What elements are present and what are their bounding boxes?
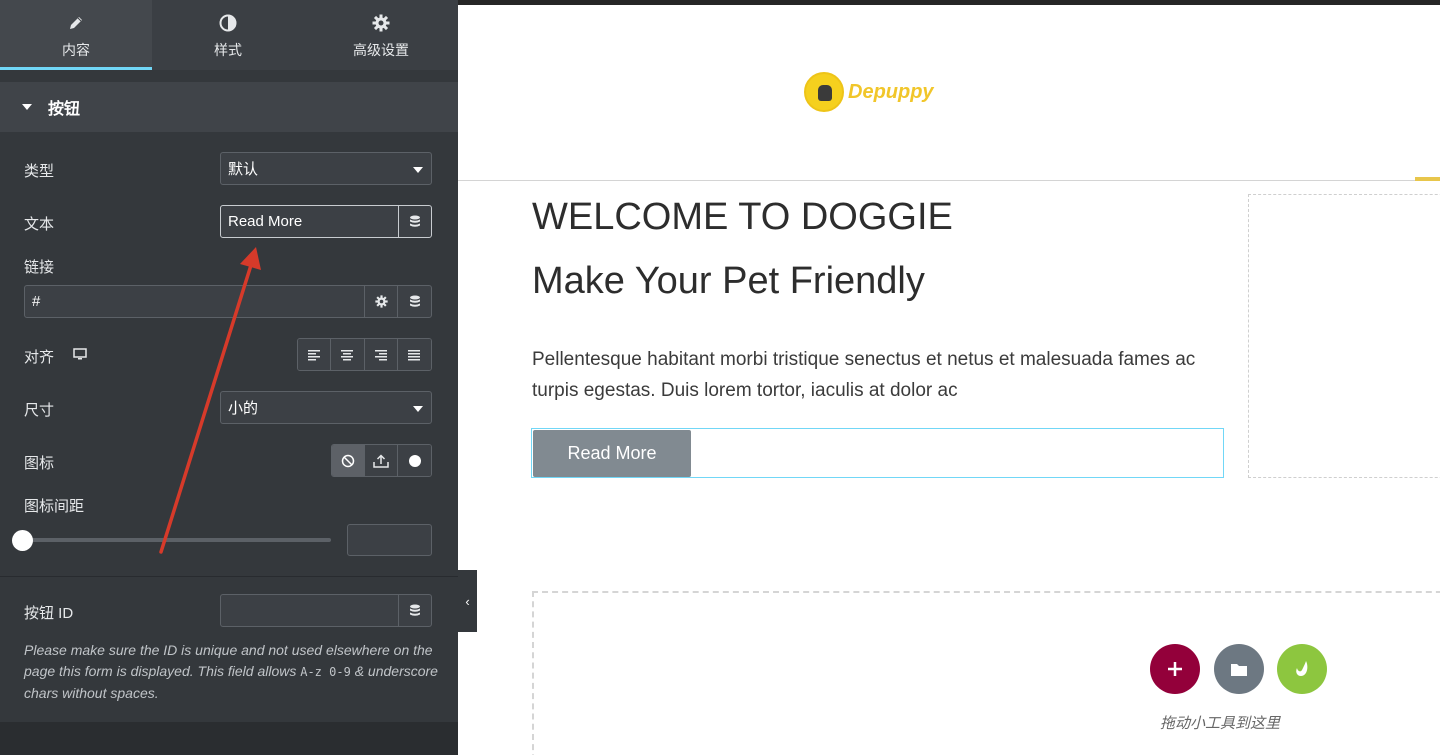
editor-panel: 内容 样式 高级设置 按钮 类型 默认 文本 Read More 链接 # 对齐… — [0, 0, 458, 755]
align-left-icon — [308, 349, 321, 360]
empty-column-placeholder[interactable] — [1248, 194, 1440, 478]
link-dynamic-button[interactable] — [397, 285, 432, 318]
align-center-button[interactable] — [331, 339, 365, 370]
icon-upload-button[interactable] — [365, 445, 399, 476]
icon-choice-group — [331, 444, 432, 477]
header-divider — [458, 180, 1440, 181]
button-id-dynamic-button[interactable] — [398, 594, 432, 627]
drop-widget-hint: 拖动小工具到这里 — [1160, 715, 1281, 732]
tab-style[interactable]: 样式 — [152, 0, 304, 70]
align-justify-button[interactable] — [397, 339, 431, 370]
align-label: 对齐 — [24, 349, 55, 366]
help-text-code: A-z 0-9 — [300, 665, 351, 679]
tab-content[interactable]: 内容 — [0, 0, 152, 70]
tab-content-label: 内容 — [62, 42, 90, 58]
panel-tabs: 内容 样式 高级设置 — [0, 0, 458, 70]
site-logo[interactable]: Depuppy — [804, 72, 934, 112]
intro-paragraph[interactable]: Pellentesque habitant morbi tristique se… — [532, 344, 1232, 406]
chevron-down-icon — [413, 405, 423, 412]
desktop-icon[interactable] — [73, 348, 87, 360]
link-label: 链接 — [24, 259, 55, 276]
upload-icon — [373, 453, 389, 468]
link-options-button[interactable] — [364, 285, 398, 318]
caret-down-icon — [22, 104, 32, 110]
icon-spacing-slider-handle[interactable] — [12, 530, 33, 551]
header-accent — [1415, 177, 1440, 181]
read-more-button[interactable]: Read More — [533, 430, 691, 477]
align-right-icon — [374, 349, 387, 360]
icon-spacing-input[interactable] — [347, 524, 432, 556]
type-select[interactable]: 默认 — [220, 152, 432, 185]
ban-icon — [341, 454, 355, 467]
button-widget-selected[interactable]: Read More — [531, 428, 1224, 478]
half-circle-icon — [152, 14, 304, 32]
gear-icon — [374, 295, 388, 308]
leaf-icon — [1296, 661, 1308, 676]
envato-kit-button[interactable] — [1277, 644, 1327, 694]
subtitle-heading[interactable]: Make Your Pet Friendly — [532, 260, 925, 303]
button-id-label: 按钮 ID — [24, 605, 74, 622]
text-input[interactable]: Read More — [220, 205, 400, 238]
database-icon — [410, 215, 420, 227]
button-id-input[interactable] — [220, 594, 400, 627]
button-id-help-text: Please make sure the ID is unique and no… — [24, 640, 444, 704]
logo-text: Depuppy — [848, 80, 934, 103]
align-center-icon — [341, 349, 354, 360]
add-section-button[interactable] — [1150, 644, 1200, 694]
size-select-value: 小的 — [228, 400, 259, 417]
circle-icon — [408, 454, 421, 467]
add-template-button[interactable] — [1214, 644, 1264, 694]
database-icon — [409, 295, 420, 307]
welcome-heading[interactable]: WELCOME TO DOGGIE — [532, 196, 953, 239]
type-label: 类型 — [24, 163, 55, 180]
chevron-left-icon: ‹ — [465, 593, 470, 609]
database-icon — [410, 604, 420, 616]
text-input-value: Read More — [228, 213, 303, 230]
gear-icon — [304, 14, 458, 32]
panel-footer — [0, 722, 458, 755]
plus-icon — [1168, 662, 1182, 676]
link-input[interactable]: # — [24, 285, 366, 318]
chevron-down-icon — [413, 166, 423, 173]
icon-label: 图标 — [24, 455, 55, 472]
icon-none-button[interactable] — [332, 445, 366, 476]
tab-advanced[interactable]: 高级设置 — [304, 0, 458, 70]
collapse-panel-button[interactable]: ‹ — [458, 570, 477, 632]
icon-spacing-slider-track[interactable] — [24, 538, 331, 542]
align-justify-icon — [408, 349, 421, 360]
align-button-group — [297, 338, 432, 371]
tab-advanced-label: 高级设置 — [353, 42, 409, 58]
dog-badge-icon — [804, 72, 844, 112]
section-divider — [0, 576, 458, 577]
link-input-value: # — [32, 293, 41, 310]
section-header-button[interactable]: 按钮 — [0, 82, 458, 132]
align-left-button[interactable] — [298, 339, 332, 370]
page-preview: Depuppy WELCOME TO DOGGIE Make Your Pet … — [458, 0, 1440, 755]
icon-spacing-label: 图标间距 — [24, 498, 85, 515]
folder-icon — [1231, 663, 1247, 676]
icon-library-button[interactable] — [398, 445, 431, 476]
size-select[interactable]: 小的 — [220, 391, 432, 424]
size-label: 尺寸 — [24, 402, 55, 419]
preview-top-bar — [458, 0, 1440, 5]
type-select-value: 默认 — [228, 161, 259, 178]
tab-style-label: 样式 — [214, 42, 242, 58]
text-dynamic-button[interactable] — [398, 205, 432, 238]
pencil-icon — [0, 14, 152, 32]
text-label: 文本 — [24, 216, 55, 233]
section-title: 按钮 — [48, 101, 81, 118]
align-right-button[interactable] — [364, 339, 398, 370]
